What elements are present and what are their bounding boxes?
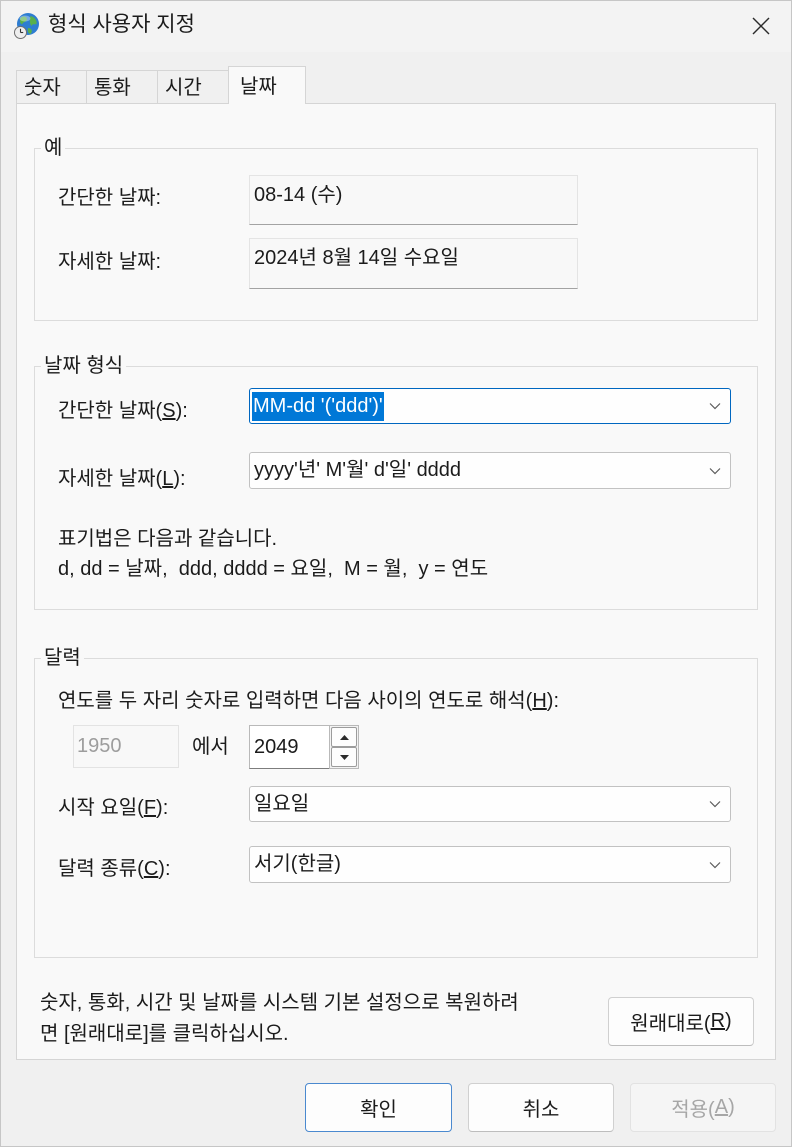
ok-button[interactable]: 확인 xyxy=(305,1083,452,1132)
long-date-format-combobox[interactable]: yyyy'년' M'월' d'일' dddd xyxy=(249,452,731,489)
label-text: ): xyxy=(158,858,171,880)
access-key: R xyxy=(710,1010,726,1032)
access-key: F xyxy=(143,797,157,819)
tab-label: 통화 xyxy=(94,77,131,99)
tab-label: 날짜 xyxy=(240,76,277,98)
example-group: 예 간단한 날짜: 08-14 (수) 자세한 날짜: 2024년 8월 14일… xyxy=(34,136,758,321)
combobox-value: 서기(한글) xyxy=(254,853,341,875)
button-label: ) xyxy=(725,1010,732,1032)
label-text: 연도를 두 자리 숫자로 입력하면 다음 사이의 연도로 해석( xyxy=(58,690,533,712)
label-text: 간단한 날짜( xyxy=(58,400,163,422)
notation-legend: d, dd = 날짜, ddd, dddd = 요일, M = 월, y = 연… xyxy=(58,558,489,580)
example-short-date-label: 간단한 날짜: xyxy=(58,187,162,209)
example-long-date-label: 자세한 날짜: xyxy=(58,251,162,273)
customize-format-dialog: 형식 사용자 지정 숫자 통화 시간 날짜 예 간단한 날짜: 08-14 (수… xyxy=(0,0,792,1147)
label-text: ): xyxy=(546,690,559,712)
chevron-down-icon[interactable] xyxy=(709,467,721,475)
tab-panel-date: 예 간단한 날짜: 08-14 (수) 자세한 날짜: 2024년 8월 14일… xyxy=(16,103,776,1060)
label-text: 시작 요일( xyxy=(58,797,144,819)
tab-numbers[interactable]: 숫자 xyxy=(16,70,87,104)
reset-button[interactable]: 원래대로(R) xyxy=(608,997,754,1046)
spin-down-button[interactable] xyxy=(331,747,357,767)
label-text: ): xyxy=(156,797,169,819)
tab-time[interactable]: 시간 xyxy=(157,70,229,104)
calendar-type-combobox[interactable]: 서기(한글) xyxy=(249,846,731,883)
triangle-up-icon xyxy=(339,734,349,740)
window-title: 형식 사용자 지정 xyxy=(48,13,195,36)
tab-label: 시간 xyxy=(165,77,202,99)
button-label: 취소 xyxy=(522,1099,560,1121)
example-long-date-value: 2024년 8월 14일 수요일 xyxy=(249,238,578,289)
button-label: 원래대로( xyxy=(630,1013,711,1035)
year-range-end-field[interactable]: 2049 xyxy=(249,725,330,769)
label-text: 자세한 날짜( xyxy=(58,468,163,490)
first-day-of-week-label: 시작 요일(F): xyxy=(58,793,168,823)
close-icon xyxy=(752,17,770,35)
year-spinner xyxy=(329,725,359,769)
notation-title: 표기법은 다음과 같습니다. xyxy=(58,528,278,550)
chevron-down-icon[interactable] xyxy=(709,402,721,410)
tab-currency[interactable]: 통화 xyxy=(86,70,158,104)
combobox-value: yyyy'년' M'월' d'일' dddd xyxy=(254,459,462,481)
button-label: ) xyxy=(728,1096,735,1118)
tab-label: 숫자 xyxy=(24,77,61,99)
reset-description-line: 숫자, 통화, 시간 및 날짜를 시스템 기본 설정으로 복원하려 xyxy=(40,992,519,1014)
button-label: 확인 xyxy=(360,1099,397,1121)
access-key: C xyxy=(143,858,159,880)
combobox-selected-text: MM-dd '('ddd')' xyxy=(252,391,384,421)
first-day-of-week-combobox[interactable]: 일요일 xyxy=(249,786,731,822)
close-button[interactable] xyxy=(738,4,784,48)
access-key: S xyxy=(162,400,176,422)
tab-date[interactable]: 날짜 xyxy=(228,66,306,104)
label-text: 달력 종류( xyxy=(58,858,144,880)
group-legend: 예 xyxy=(41,136,66,160)
label-text: ): xyxy=(173,468,186,490)
chevron-down-icon[interactable] xyxy=(709,861,721,869)
spin-up-button[interactable] xyxy=(331,727,357,747)
title-bar[interactable]: 형식 사용자 지정 xyxy=(0,0,792,52)
two-digit-year-label: 연도를 두 자리 숫자로 입력하면 다음 사이의 연도로 해석(H): xyxy=(58,686,559,716)
button-label: 적용( xyxy=(671,1099,715,1121)
reset-description-line: 면 [원래대로]를 클릭하십시오. xyxy=(40,1023,289,1045)
label-text: ): xyxy=(175,400,188,422)
access-key: L xyxy=(162,468,174,490)
year-range-start-field: 1950 xyxy=(73,725,179,768)
triangle-down-icon xyxy=(339,754,349,760)
short-date-format-combobox[interactable]: MM-dd '('ddd')' xyxy=(249,388,731,424)
year-range-separator: 에서 xyxy=(192,736,229,758)
calendar-group: 달력 연도를 두 자리 숫자로 입력하면 다음 사이의 연도로 해석(H): 1… xyxy=(34,646,758,958)
globe-icon xyxy=(13,12,41,40)
cancel-button[interactable]: 취소 xyxy=(468,1083,614,1132)
group-legend: 날짜 형식 xyxy=(41,354,127,378)
short-date-format-label: 간단한 날짜(S): xyxy=(58,396,188,426)
access-key: A xyxy=(714,1096,729,1118)
chevron-down-icon[interactable] xyxy=(709,800,721,808)
date-format-group: 날짜 형식 간단한 날짜(S): MM-dd '('ddd')' 자세한 날짜(… xyxy=(34,354,758,610)
combobox-value: 일요일 xyxy=(254,792,310,815)
example-short-date-value: 08-14 (수) xyxy=(249,175,578,225)
group-legend: 달력 xyxy=(41,646,84,670)
long-date-format-label: 자세한 날짜(L): xyxy=(58,464,186,494)
apply-button[interactable]: 적용(A) xyxy=(630,1083,776,1132)
access-key: H xyxy=(532,690,547,712)
calendar-type-label: 달력 종류(C): xyxy=(58,854,171,884)
